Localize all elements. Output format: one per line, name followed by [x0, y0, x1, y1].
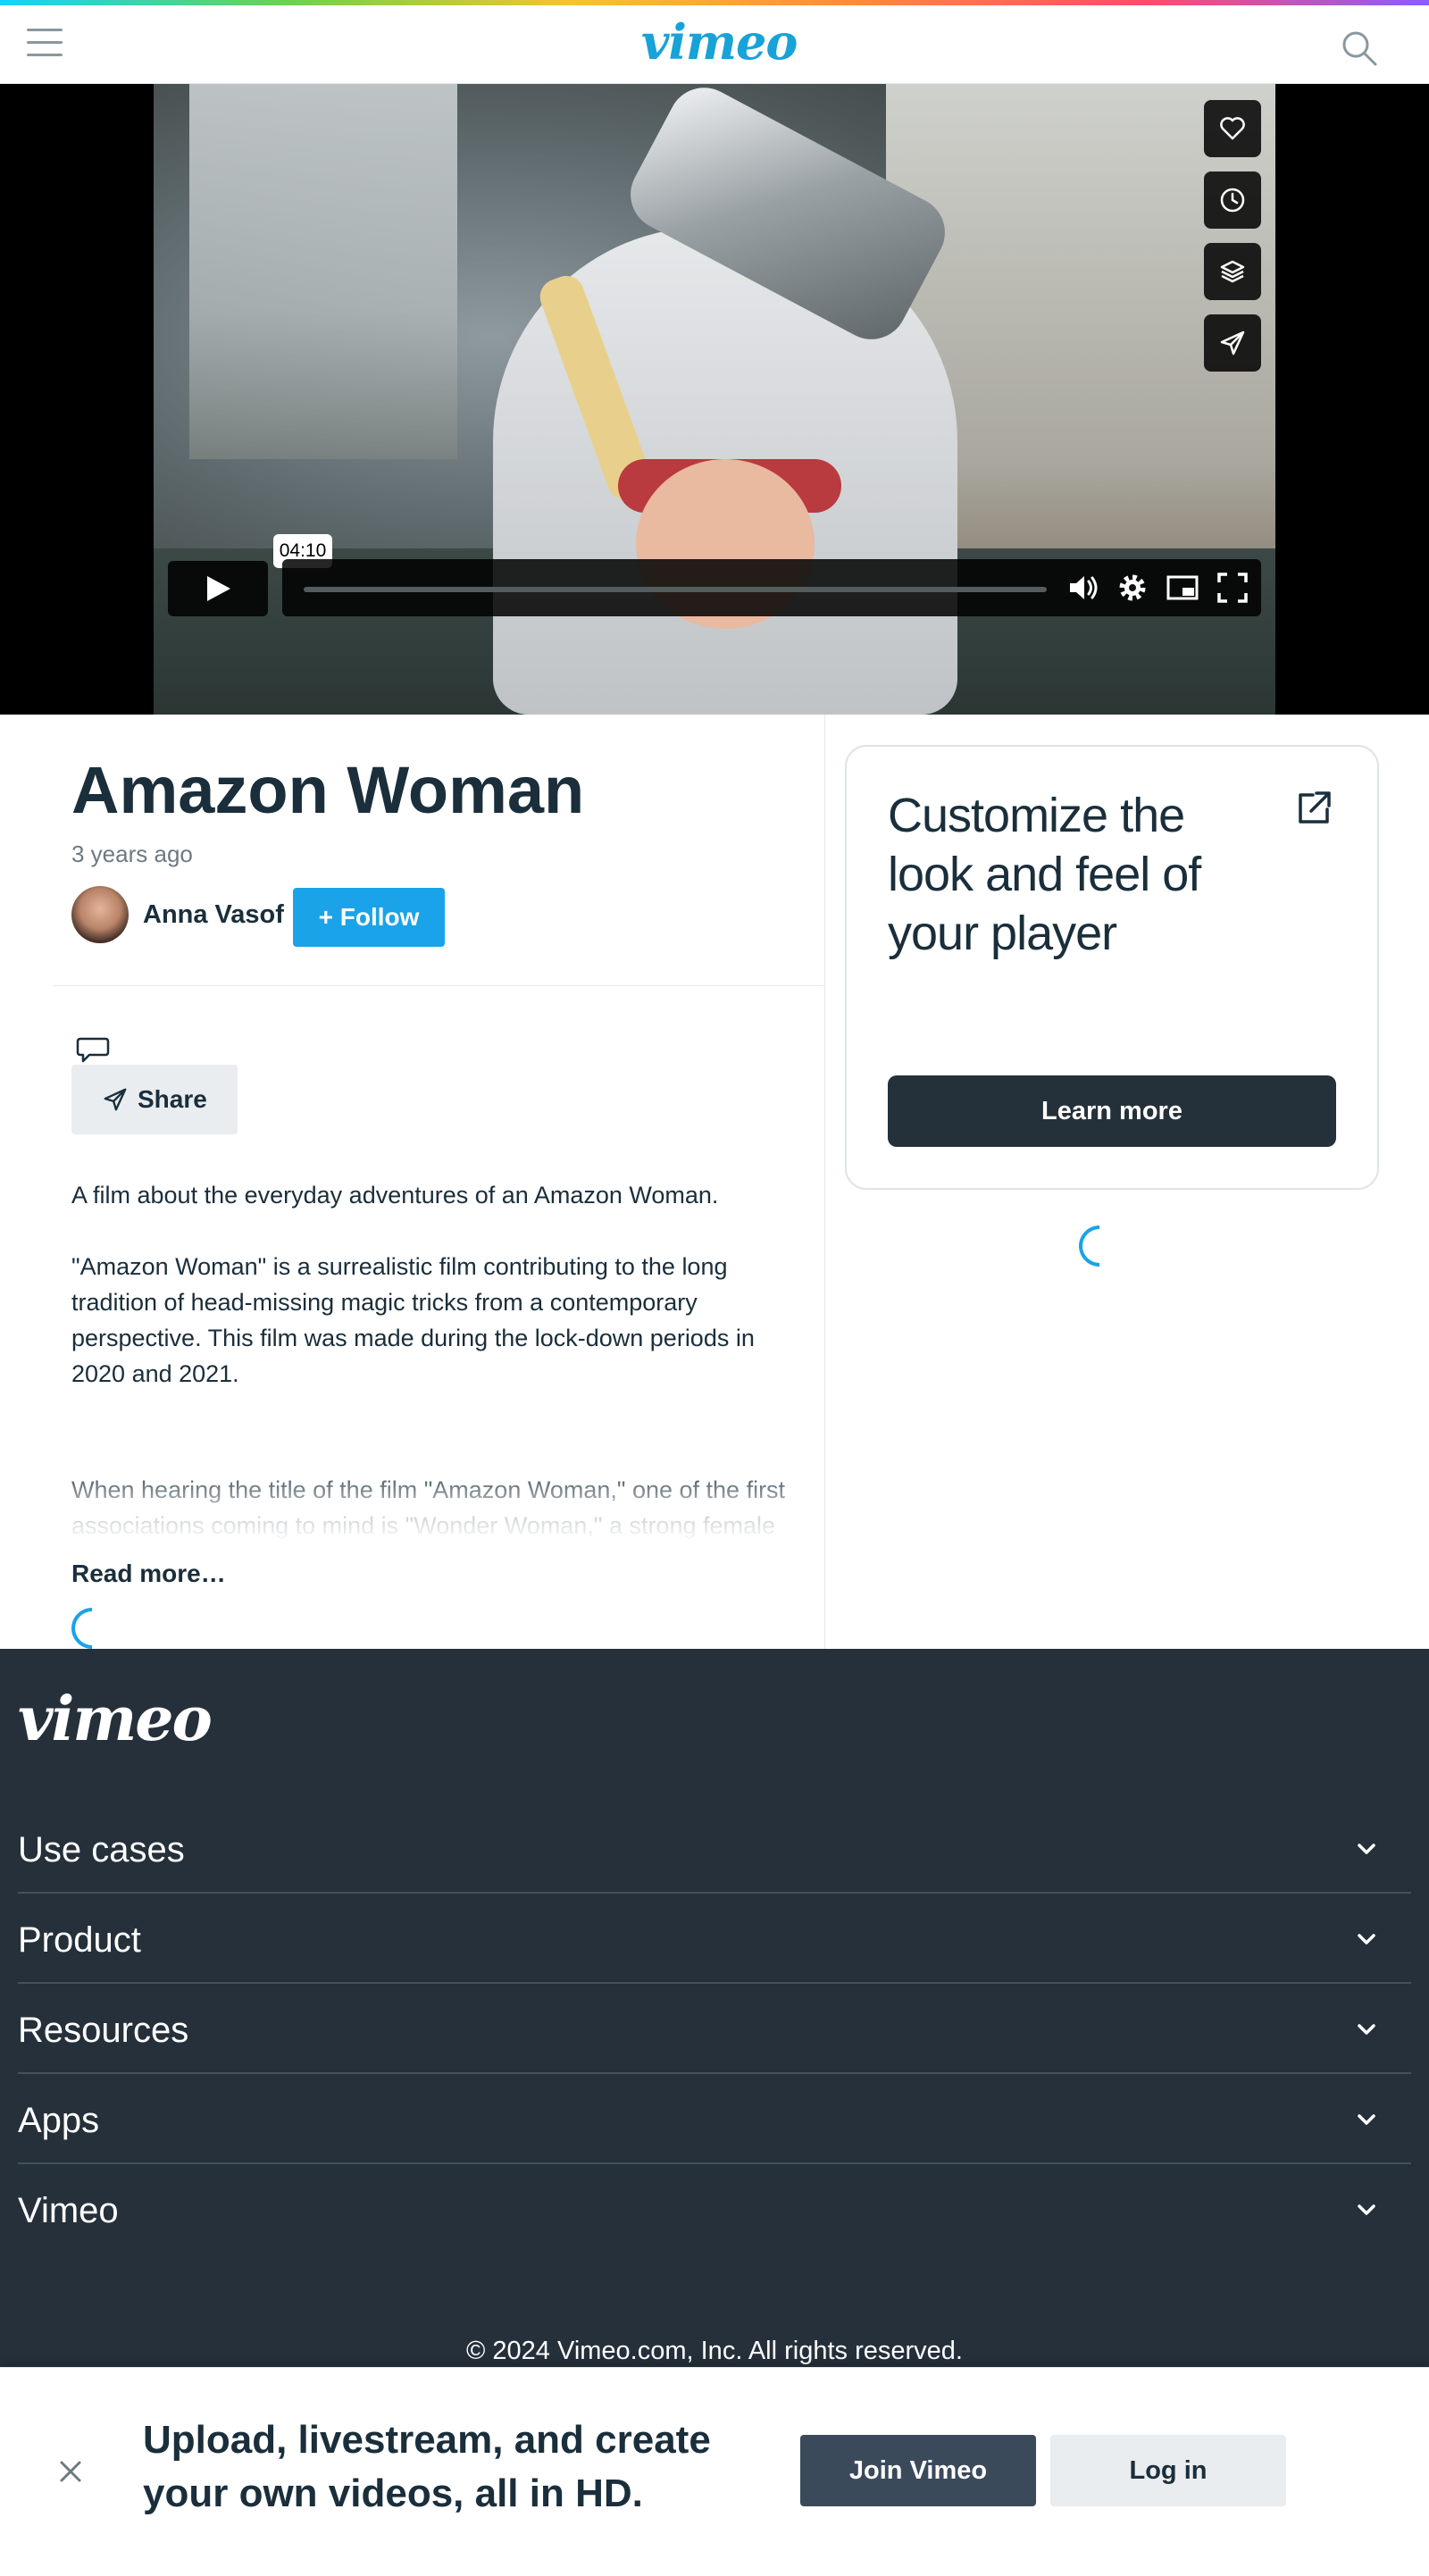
external-link-icon[interactable] [1293, 788, 1334, 829]
send-icon [104, 1088, 127, 1111]
play-button[interactable] [168, 561, 268, 616]
clock-icon [1220, 188, 1245, 213]
video-frame [154, 84, 1275, 715]
description-paragraph: When hearing the title of the film "Amaz… [71, 1476, 786, 1539]
collections-button[interactable] [1204, 243, 1261, 300]
learn-more-button[interactable]: Learn more [888, 1075, 1336, 1147]
promo-title: Customize the look and feel of your play… [888, 789, 1201, 960]
description-paragraph: "Amazon Woman" is a surrealistic film co… [71, 1253, 755, 1387]
comment-icon[interactable] [75, 1034, 111, 1066]
vimeo-logo[interactable]: vimeo [641, 11, 798, 73]
footer-section-product[interactable]: Product [18, 1894, 1411, 1984]
description-summary: A film about the everyday adventures of … [71, 1182, 719, 1209]
volume-icon[interactable] [1065, 570, 1100, 606]
chevron-down-icon [1358, 2114, 1375, 2125]
settings-icon[interactable] [1115, 570, 1150, 606]
footer-section-label: Vimeo [18, 2191, 119, 2230]
progress-scrubber[interactable] [304, 587, 1047, 592]
footer-section-label: Product [18, 1920, 141, 1960]
chevron-down-icon [1358, 2204, 1375, 2215]
avatar[interactable] [71, 886, 129, 943]
loading-spinner-icon [1070, 1217, 1129, 1275]
share-label: Share [138, 1085, 207, 1113]
footer-section-label: Apps [18, 2101, 100, 2140]
share-video-button[interactable] [1204, 314, 1261, 372]
close-icon[interactable] [55, 2456, 86, 2487]
description-fade: When hearing the title of the film "Amaz… [71, 1472, 804, 1543]
chevron-down-icon [1358, 1934, 1375, 1945]
join-vimeo-button[interactable]: Join Vimeo [800, 2435, 1036, 2506]
fullscreen-icon[interactable] [1215, 570, 1250, 606]
footer-vimeo-logo[interactable]: vimeo [18, 1686, 213, 1752]
footer-section-label: Resources [18, 2011, 189, 2050]
banner-text: Upload, livestream, and create your own … [143, 2418, 711, 2515]
watch-later-button[interactable] [1204, 171, 1261, 229]
like-button[interactable] [1204, 100, 1261, 157]
play-icon [207, 576, 230, 601]
header: vimeo [0, 5, 1429, 84]
send-icon [1220, 330, 1245, 355]
heart-icon [1220, 117, 1245, 140]
footer-section-vimeo[interactable]: Vimeo [18, 2165, 1411, 2254]
copyright: © 2024 Vimeo.com, Inc. All rights reserv… [466, 2337, 963, 2365]
read-more-link[interactable]: Read more… [71, 1556, 286, 1592]
footer-section-apps[interactable]: Apps [18, 2075, 1411, 2164]
footer-section-resources[interactable]: Resources [18, 1985, 1411, 2074]
picture-in-picture-icon[interactable] [1165, 570, 1200, 606]
chevron-down-icon [1358, 1844, 1375, 1854]
search-icon[interactable] [1340, 29, 1379, 68]
layers-icon [1220, 260, 1245, 283]
log-in-button[interactable]: Log in [1050, 2435, 1286, 2506]
footer-section-label: Use cases [18, 1830, 185, 1869]
author-name[interactable]: Anna Vasof [143, 899, 295, 931]
video-title: Amazon Woman [71, 753, 585, 827]
hamburger-menu-icon[interactable] [27, 29, 63, 61]
divider [54, 985, 825, 986]
footer-section-use-cases[interactable]: Use cases [18, 1804, 1411, 1894]
page: vimeo 04:10 Amazon Woman 3 years ago Ann… [0, 0, 1429, 2576]
chevron-down-icon [1358, 2024, 1375, 2035]
posted-time: 3 years ago [71, 841, 193, 867]
share-button[interactable]: Share [71, 1065, 238, 1134]
follow-button[interactable]: + Follow [293, 888, 445, 947]
